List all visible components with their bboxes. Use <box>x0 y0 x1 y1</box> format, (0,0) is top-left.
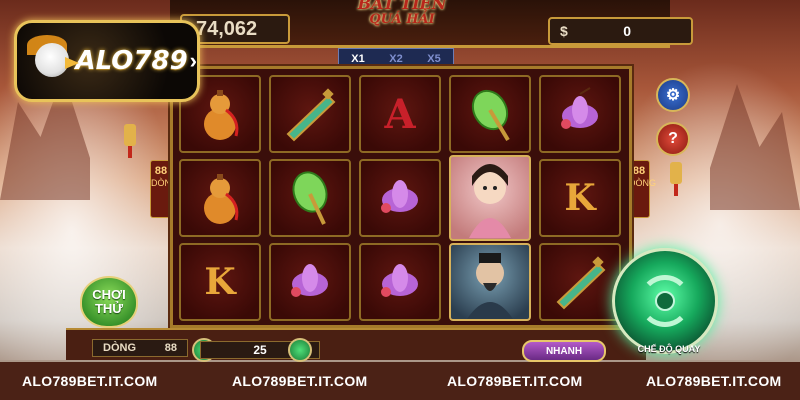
question-icon: ? <box>668 130 678 147</box>
lotus-icon <box>381 264 418 297</box>
game-title-line2: QUÁ HẢI <box>369 12 435 27</box>
reel-cell <box>269 243 351 321</box>
jade-sword-icon <box>556 256 606 310</box>
footer-link[interactable]: ALO789BET.IT.COM <box>646 373 782 389</box>
slot-board: A K K <box>170 66 632 328</box>
try-play-button[interactable]: CHƠI THỬ <box>80 276 138 328</box>
win-value: 0 <box>623 23 631 39</box>
reel-cell <box>359 243 441 321</box>
multiplier-x2[interactable]: X2 <box>389 53 402 65</box>
game-title: BAT TIEN QUÁ HẢI <box>342 0 462 40</box>
multiplier-x5[interactable]: X5 <box>427 53 440 65</box>
right-lines-value: 88 <box>632 165 646 177</box>
currency-symbol: $ <box>560 23 568 39</box>
brand-logo: ALO789 › <box>14 20 200 102</box>
footer-link[interactable]: ALO789BET.IT.COM <box>447 373 583 389</box>
settings-button[interactable]: ⚙ <box>656 78 690 112</box>
footer-link[interactable]: ALO789BET.IT.COM <box>232 373 368 389</box>
try-play-line2: THỬ <box>94 301 124 316</box>
reel-cell: K <box>179 243 261 321</box>
win-display: $ 0 <box>548 17 693 45</box>
brand-logo-text: ALO789 <box>75 46 188 76</box>
reel-cell <box>539 243 621 321</box>
footer-bar: ALO789BET.IT.COM ALO789BET.IT.COM ALO789… <box>0 362 800 400</box>
lines-label: DÒNG <box>103 342 136 354</box>
reel-cell-highlight <box>449 243 531 321</box>
reel-cell <box>269 159 351 237</box>
jade-sword-icon <box>286 88 336 142</box>
chevron-right-icon: › <box>189 48 197 73</box>
jade-fan-icon <box>292 171 328 225</box>
reel-cell-highlight <box>449 155 531 241</box>
help-button[interactable]: ? <box>656 122 690 156</box>
letter-k-symbol: K <box>204 261 236 303</box>
immortal-warrior-portrait <box>467 253 513 319</box>
letter-k-symbol: K <box>564 177 596 219</box>
lantern-icon <box>124 124 136 158</box>
reel-cell <box>359 159 441 237</box>
gourd-icon <box>204 174 239 224</box>
reel-cell <box>449 75 531 153</box>
game-title-line1: BAT TIEN <box>357 0 447 13</box>
spin-mode-label: CHẾ ĐỘ QUAY <box>637 344 701 354</box>
multiplier-x1[interactable]: X1 <box>351 53 364 65</box>
reel-cell: K <box>539 159 621 237</box>
left-lines-tag: 88 DÒNG <box>150 160 178 218</box>
credit-value: 74,062 <box>196 17 258 40</box>
lotus-icon <box>561 87 598 129</box>
jade-fan-icon <box>471 89 510 142</box>
left-lines-value: 88 <box>154 165 168 177</box>
lines-display: DÒNG 88 <box>92 339 188 357</box>
reel-cell <box>269 75 351 153</box>
spin-core <box>655 291 675 311</box>
spin-button[interactable] <box>612 248 718 354</box>
try-play-line1: CHƠI <box>92 287 126 302</box>
reel-cell <box>179 159 261 237</box>
eagle-icon <box>27 35 79 87</box>
fast-spin-label: NHANH <box>545 345 583 357</box>
bet-value: 25 <box>253 343 267 357</box>
footer-link[interactable]: ALO789BET.IT.COM <box>22 373 158 389</box>
bet-increase-button[interactable] <box>288 338 312 362</box>
right-lines-label: DÒNG <box>629 178 656 188</box>
fast-spin-button[interactable]: NHANH <box>522 340 606 362</box>
letter-a-symbol: A <box>384 90 416 138</box>
reel-cell: A <box>359 75 441 153</box>
lotus-icon <box>381 180 418 213</box>
lantern-icon <box>670 162 682 196</box>
immortal-lady-portrait <box>469 164 511 238</box>
reel-cell <box>539 75 621 153</box>
lotus-icon <box>291 264 328 297</box>
gourd-icon <box>204 90 239 140</box>
lines-value: 88 <box>164 342 177 354</box>
gear-icon: ⚙ <box>665 87 681 104</box>
